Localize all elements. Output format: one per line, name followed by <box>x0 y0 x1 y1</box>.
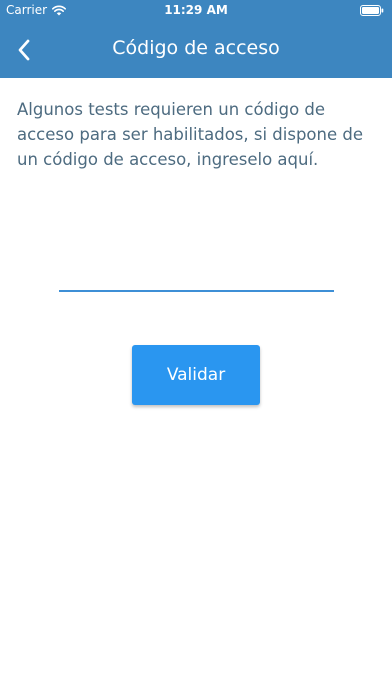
validate-button[interactable]: Validar <box>132 345 260 405</box>
navigation-bar: Código de acceso <box>0 22 392 78</box>
battery-icon <box>360 5 384 16</box>
access-code-input[interactable] <box>59 262 334 292</box>
access-code-description: Algunos tests requieren un código de acc… <box>17 100 364 169</box>
app-header: Carrier 11:29 AM Código de acceso <box>0 0 392 78</box>
status-bar: Carrier 11:29 AM <box>0 0 392 22</box>
page-title: Código de acceso <box>112 37 280 59</box>
status-time: 11:29 AM <box>164 3 228 17</box>
